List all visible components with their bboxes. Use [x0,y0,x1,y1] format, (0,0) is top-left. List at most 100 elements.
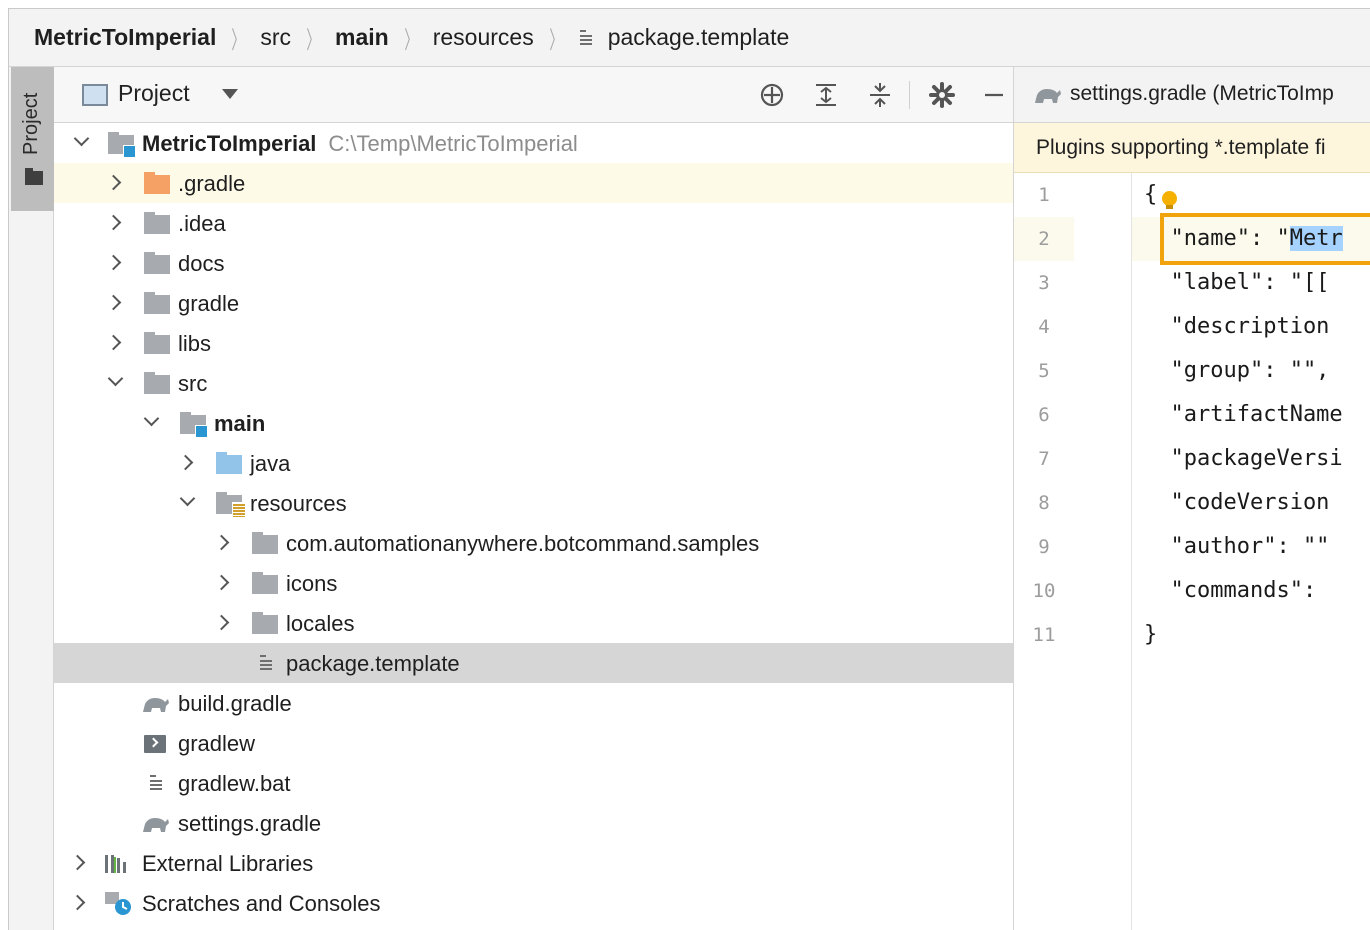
expand-all-button[interactable] [810,79,842,111]
chevron-right-icon[interactable] [105,254,122,271]
tree-item-gradle-dir[interactable]: .gradle [54,163,1013,203]
tree-item-scratches[interactable]: Scratches and Consoles [54,883,1013,923]
chevron-right-icon[interactable] [105,294,122,311]
breadcrumb-item-project[interactable]: MetricToImperial [34,24,216,51]
code-line: "name": "Metr [1132,217,1370,261]
excluded-folder-icon [144,172,170,194]
tree-item-label: MetricToImperial C:\Temp\MetricToImperial [142,131,578,156]
tree-item-icons[interactable]: icons [54,563,1013,603]
folder-icon [252,532,278,554]
chevron-right-icon[interactable] [69,894,86,911]
line-number: 2 [1014,217,1074,261]
code-line: "commands": [1144,578,1317,603]
tree-item-label: .idea [178,211,226,236]
project-tool-tab-label: Project [20,92,42,155]
tree-item-label: settings.gradle [178,811,322,836]
tree-item-gradlew-bat[interactable]: gradlew.bat [54,763,1013,803]
chevron-down-icon[interactable] [179,490,196,507]
collapse-all-button[interactable] [864,79,896,111]
tree-item-label: build.gradle [178,691,292,716]
breadcrumb-separator-icon: 〉 [404,27,418,54]
breadcrumb-item-resources[interactable]: resources [433,24,534,51]
tree-item-gradle[interactable]: gradle [54,283,1013,323]
breadcrumb-separator-icon: 〉 [231,27,245,54]
module-folder-icon [180,412,208,438]
breadcrumb-item-src[interactable]: src [260,24,291,51]
tree-item-label: gradlew [178,731,256,756]
resources-folder-icon [216,492,246,518]
lightbulb-icon[interactable] [1162,191,1177,209]
breadcrumb-item-main[interactable]: main [335,24,389,51]
chevron-right-icon[interactable] [213,534,230,551]
project-tool-tab[interactable]: Project [11,67,54,211]
chevron-right-icon[interactable] [213,574,230,591]
tree-item-label: src [178,371,208,396]
chevron-right-icon[interactable] [105,214,122,231]
breadcrumb-file-label: package.template [607,24,790,50]
tree-item-settings-gradle[interactable]: settings.gradle [54,803,1013,843]
gear-icon [929,82,955,108]
text-selection: Metr [1289,226,1343,251]
tree-item-label: docs [178,251,225,276]
breadcrumb-separator-icon: 〉 [306,27,320,54]
tree-item-java[interactable]: java [54,443,1013,483]
tree-item-resources[interactable]: resources [54,483,1013,523]
gradle-elephant-icon [1035,89,1061,103]
breadcrumb-item-file[interactable]: package.template [578,24,790,51]
chevron-right-icon[interactable] [105,334,122,351]
tree-item-package-template[interactable]: package.template [54,643,1013,683]
tree-item-main[interactable]: main [54,403,1013,443]
folder-icon [252,572,278,594]
line-number: 3 [1038,272,1050,294]
chevron-down-icon[interactable] [143,410,160,427]
editor-tab[interactable]: settings.gradle (MetricToImp [1014,67,1370,123]
tree-item-label: package.template [286,651,460,676]
tree-item-label: External Libraries [142,851,314,876]
chevron-down-icon[interactable] [107,370,124,387]
tree-item-label: gradlew.bat [178,771,291,796]
tree-item-src[interactable]: src [54,363,1013,403]
project-view-selector[interactable]: Project [118,80,190,107]
gradle-elephant-icon [143,818,169,832]
tree-item-label: icons [286,571,338,596]
toolbar-divider [909,81,910,109]
locate-file-button[interactable] [756,79,788,111]
hide-panel-button[interactable] [978,79,1010,111]
line-number: 11 [1032,624,1056,646]
code-line: } [1144,622,1158,647]
folder-icon [144,292,170,314]
tree-item-build-gradle[interactable]: build.gradle [54,683,1013,723]
folder-icon [252,612,278,634]
tree-item-libs[interactable]: libs [54,323,1013,363]
tree-item-package[interactable]: com.automationanywhere.botcommand.sample… [54,523,1013,563]
shell-script-icon [144,735,166,753]
tree-item-idea[interactable]: .idea [54,203,1013,243]
chevron-down-icon[interactable] [73,130,90,147]
settings-button[interactable] [926,79,958,111]
collapse-all-icon [870,83,890,107]
tree-item-label: gradle [178,291,240,316]
tree-item-label: .gradle [178,171,246,196]
chevron-down-icon[interactable] [222,89,238,99]
line-number-gutter: 1 2 3 4 5 6 7 8 9 10 11 [1014,173,1132,930]
chevron-right-icon[interactable] [213,614,230,631]
line-number: 7 [1038,448,1050,470]
folder-icon [144,372,170,394]
project-panel-header: Project [54,67,1013,123]
plugin-suggestion-banner: Plugins supporting *.template fi [1014,123,1370,173]
tree-item-gradlew[interactable]: gradlew [54,723,1013,763]
editor-tab-label: settings.gradle (MetricToImp [1070,82,1334,105]
tree-item-label: locales [286,611,355,636]
tree-item-root[interactable]: MetricToImperial C:\Temp\MetricToImperial [54,123,1013,163]
tree-item-locales[interactable]: locales [54,603,1013,643]
folder-icon [25,168,43,185]
chevron-right-icon[interactable] [105,174,122,191]
code-area[interactable]: { "name": "Metr "label": "[[ "descriptio… [1132,173,1370,930]
ide-window: MetricToImperial 〉 src 〉 main 〉 resource… [8,8,1370,930]
editor-pane: settings.gradle (MetricToImp Plugins sup… [1014,67,1370,930]
tree-item-external-libraries[interactable]: External Libraries [54,843,1013,883]
chevron-right-icon[interactable] [177,454,194,471]
code-line: "codeVersion [1144,490,1330,515]
chevron-right-icon[interactable] [69,854,86,871]
tree-item-docs[interactable]: docs [54,243,1013,283]
